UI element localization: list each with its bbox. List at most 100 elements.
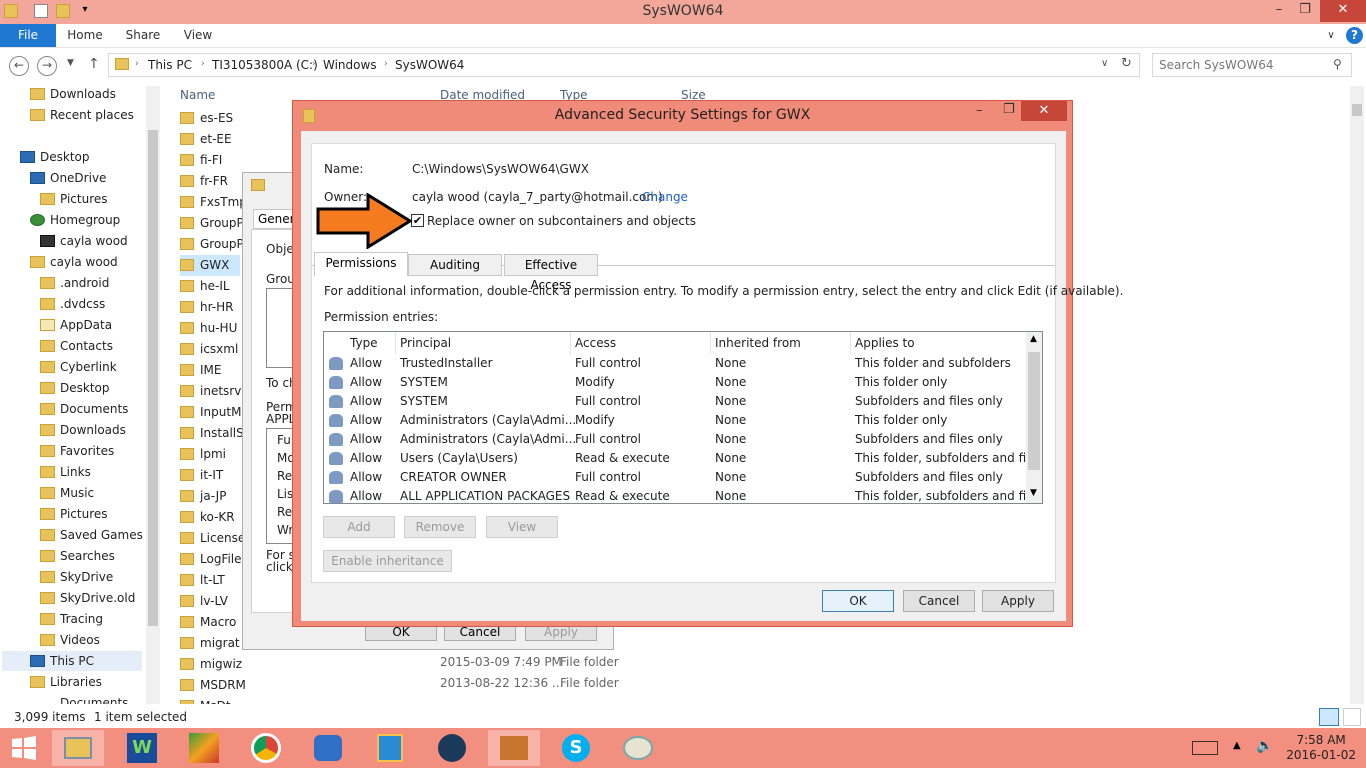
table-row[interactable]: Allow Administrators (Cayla\Admi... Full c…	[324, 430, 1028, 449]
taskbar-paint[interactable]	[612, 730, 664, 766]
list-item[interactable]: icsxml	[180, 339, 238, 360]
nav-item-folder[interactable]: Videos	[40, 630, 100, 650]
table-row[interactable]: Allow ALL APPLICATION PACKAGES Read & exec…	[324, 487, 1042, 503]
table-row[interactable]: Allow Administrators (Cayla\Admi... Modify…	[324, 411, 1028, 430]
nav-item-folder[interactable]: Desktop	[40, 378, 110, 398]
chevron-right-icon[interactable]: ›	[201, 59, 205, 69]
scroll-down-icon[interactable]: ▼	[1030, 488, 1037, 498]
chevron-right-icon[interactable]: ›	[312, 59, 316, 69]
list-item[interactable]: lt-LT	[180, 570, 225, 591]
nav-item-desktop[interactable]: Desktop	[20, 147, 90, 167]
chevron-down-icon[interactable]: ∨	[1101, 58, 1108, 69]
entries-scrollbar[interactable]: ▲ ▼	[1026, 332, 1042, 503]
nav-scrollbar[interactable]	[146, 86, 160, 704]
taskbar-file-explorer[interactable]	[52, 730, 104, 766]
enable-inheritance-button[interactable]: Enable inheritance	[323, 550, 452, 572]
address-box[interactable]: This PC TI31053800A (C:) Windows SysWOW6…	[108, 53, 1140, 77]
view-button[interactable]: View	[486, 516, 558, 538]
scrollbar-thumb[interactable]	[148, 130, 158, 626]
close-button[interactable]: ✕	[1021, 101, 1067, 121]
taskbar-wordperfect[interactable]: W	[116, 730, 168, 766]
back-button[interactable]: ←	[9, 56, 29, 76]
show-hidden-icons-icon[interactable]: ▲	[1233, 740, 1241, 751]
nav-item-folder[interactable]: AppData	[40, 315, 112, 335]
nav-item-folder[interactable]: SkyDrive	[40, 567, 113, 587]
apply-button[interactable]: Apply	[982, 590, 1054, 612]
nav-item-folder[interactable]: .android	[40, 273, 109, 293]
list-item[interactable]: ko-KR	[180, 507, 235, 528]
taskbar-app[interactable]	[488, 730, 540, 766]
table-row[interactable]: Allow SYSTEM Modify None This folder only	[324, 373, 1028, 392]
nav-item-folder[interactable]: Searches	[40, 546, 115, 566]
search-icon[interactable]: ⚲	[1333, 57, 1342, 71]
list-item[interactable]: lv-LV	[180, 591, 228, 612]
table-row[interactable]: Allow SYSTEM Full control None Subfolders an…	[324, 392, 1028, 411]
taskbar-skype[interactable]: S	[550, 730, 602, 766]
nav-item-folder[interactable]: Tracing	[40, 609, 103, 629]
column-applies-to[interactable]: Applies to	[851, 332, 1028, 354]
list-item[interactable]: hu-HU	[180, 318, 237, 339]
help-icon[interactable]: ?	[1346, 27, 1363, 44]
scrollbar-thumb[interactable]	[1028, 352, 1040, 470]
minimize-button[interactable]: –	[976, 103, 983, 118]
large-icons-view-icon[interactable]	[1343, 708, 1361, 726]
list-item[interactable]: et-EE	[180, 129, 232, 150]
volume-icon[interactable]: 🔈	[1256, 738, 1273, 754]
tab-view[interactable]: View	[175, 24, 221, 47]
list-item[interactable]: GWX	[180, 255, 240, 276]
up-button[interactable]: ↑	[88, 56, 100, 72]
list-item[interactable]: FxsTmp	[180, 192, 247, 213]
add-button[interactable]: Add	[323, 516, 395, 538]
list-item[interactable]: InputM	[180, 402, 241, 423]
taskbar-video-editor[interactable]	[426, 730, 478, 766]
remove-button[interactable]: Remove	[404, 516, 476, 538]
list-item[interactable]: License	[180, 528, 245, 549]
taskbar-malwarebytes[interactable]	[302, 730, 354, 766]
breadcrumb-drive[interactable]: TI31053800A (C:)	[212, 58, 318, 72]
nav-item-this-pc[interactable]: This PC	[2, 651, 142, 671]
nav-item-homegroup[interactable]: Homegroup	[30, 210, 120, 230]
list-item[interactable]: inetsrv	[180, 381, 241, 402]
column-type[interactable]: Type	[346, 332, 396, 354]
nav-item-folder[interactable]: Cyberlink	[40, 357, 117, 377]
nav-item-folder[interactable]: Documents	[40, 399, 128, 419]
change-owner-link[interactable]: Change	[642, 190, 688, 204]
list-item[interactable]: es-ES	[180, 108, 233, 129]
taskbar-paint-shop[interactable]	[178, 730, 230, 766]
list-item[interactable]: Macro	[180, 612, 236, 633]
list-item[interactable]: ja-JP	[180, 486, 226, 507]
taskbar-chrome[interactable]	[240, 730, 292, 766]
nav-item-folder[interactable]: Pictures	[40, 504, 108, 524]
breadcrumb-windows[interactable]: Windows	[323, 58, 377, 72]
nav-item-folder[interactable]: Links	[40, 462, 91, 482]
minimize-button[interactable]: –	[1266, 0, 1292, 22]
breadcrumb-syswow64[interactable]: SysWOW64	[395, 58, 464, 72]
column-header-name[interactable]: Name	[180, 88, 215, 102]
nav-item-recent-places[interactable]: Recent places	[30, 105, 134, 125]
ok-button[interactable]: OK	[822, 590, 894, 612]
maximize-button[interactable]: ❐	[1003, 102, 1015, 117]
list-item[interactable]: LogFile	[180, 549, 242, 570]
tab-file[interactable]: File	[0, 24, 56, 47]
nav-item-downloads[interactable]: Downloads	[30, 84, 116, 104]
file-list-scrollbar[interactable]	[1350, 86, 1364, 704]
permission-entries-table[interactable]: Type Principal Access Inherited from App…	[323, 331, 1043, 504]
list-item[interactable]: fi-FI	[180, 150, 222, 171]
expand-ribbon-icon[interactable]: ∨	[1322, 24, 1340, 47]
nav-item-user[interactable]: cayla wood	[40, 231, 128, 251]
keyboard-icon[interactable]	[1192, 741, 1218, 755]
maximize-button[interactable]: ❐	[1292, 0, 1318, 22]
scrollbar-thumb[interactable]	[1352, 104, 1362, 116]
nav-item-folder[interactable]: Saved Games	[40, 525, 143, 545]
tab-share[interactable]: Share	[118, 24, 168, 47]
nav-item-user-folder[interactable]: cayla wood	[30, 252, 118, 272]
list-item[interactable]: GroupP	[180, 213, 244, 234]
list-item[interactable]: IME	[180, 360, 221, 381]
list-item[interactable]: lpmi	[180, 444, 226, 465]
list-item[interactable]: GroupP	[180, 234, 244, 255]
tab-effective-access[interactable]: Effective Access	[504, 254, 598, 292]
nav-item-documents[interactable]: Documents	[60, 693, 128, 704]
nav-item-folder[interactable]: Favorites	[40, 441, 114, 461]
chevron-right-icon[interactable]: ›	[135, 59, 139, 69]
nav-item-folder[interactable]: Downloads	[40, 420, 126, 440]
